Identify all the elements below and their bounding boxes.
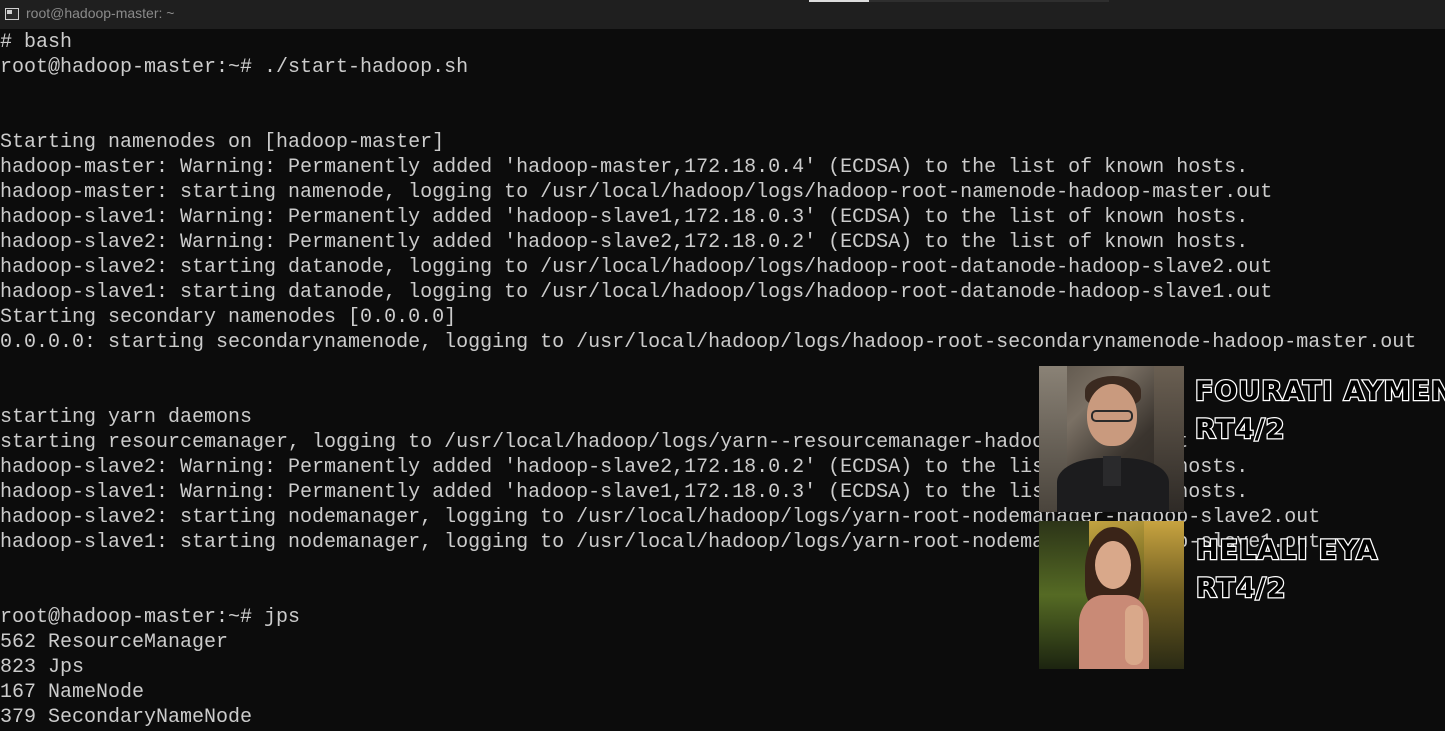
terminal-line: hadoop-slave1: starting datanode, loggin… (0, 281, 1273, 304)
terminal-line: hadoop-slave2: Warning: Permanently adde… (0, 231, 1249, 254)
person2-name-caption: HELALI EYA (1195, 534, 1379, 568)
terminal-line: root@hadoop-master:~# jps (0, 606, 301, 629)
terminal-line: # bash (0, 31, 73, 54)
terminal-line: 0.0.0.0: starting secondarynamenode, log… (0, 331, 1417, 354)
person-photo-1 (1039, 366, 1184, 512)
terminal-line: hadoop-slave2: starting datanode, loggin… (0, 256, 1273, 279)
window-title: root@hadoop-master: ~ (26, 5, 175, 21)
terminal-line: Starting secondary namenodes [0.0.0.0] (0, 306, 457, 329)
terminal-line: hadoop-master: starting namenode, loggin… (0, 181, 1273, 204)
terminal-line: hadoop-slave1: Warning: Permanently adde… (0, 206, 1249, 229)
terminal-line: 823 Jps (0, 656, 85, 679)
person2-class-caption: RT4/2 (1195, 572, 1287, 606)
terminal-line: 562 ResourceManager (0, 631, 229, 654)
terminal-line: 379 SecondaryNameNode (0, 706, 253, 729)
person1-name-caption: FOURATI AYMEN (1194, 375, 1445, 409)
terminal-window: root@hadoop-master: ~ # bash root@hadoop… (0, 0, 1445, 731)
terminal-line: starting resourcemanager, logging to /us… (0, 431, 1189, 454)
terminal-line: 167 NameNode (0, 681, 145, 704)
terminal-line: Starting namenodes on [hadoop-master] (0, 131, 445, 154)
person-photo-2 (1039, 521, 1184, 669)
terminal-line: root@hadoop-master:~# ./start-hadoop.sh (0, 56, 469, 79)
terminal-line: starting yarn daemons (0, 406, 253, 429)
tab-active-indicator[interactable] (809, 0, 869, 2)
title-bar[interactable]: root@hadoop-master: ~ (0, 0, 1445, 29)
terminal-icon (5, 8, 19, 20)
person1-class-caption: RT4/2 (1194, 413, 1286, 447)
terminal-line: hadoop-master: Warning: Permanently adde… (0, 156, 1249, 179)
